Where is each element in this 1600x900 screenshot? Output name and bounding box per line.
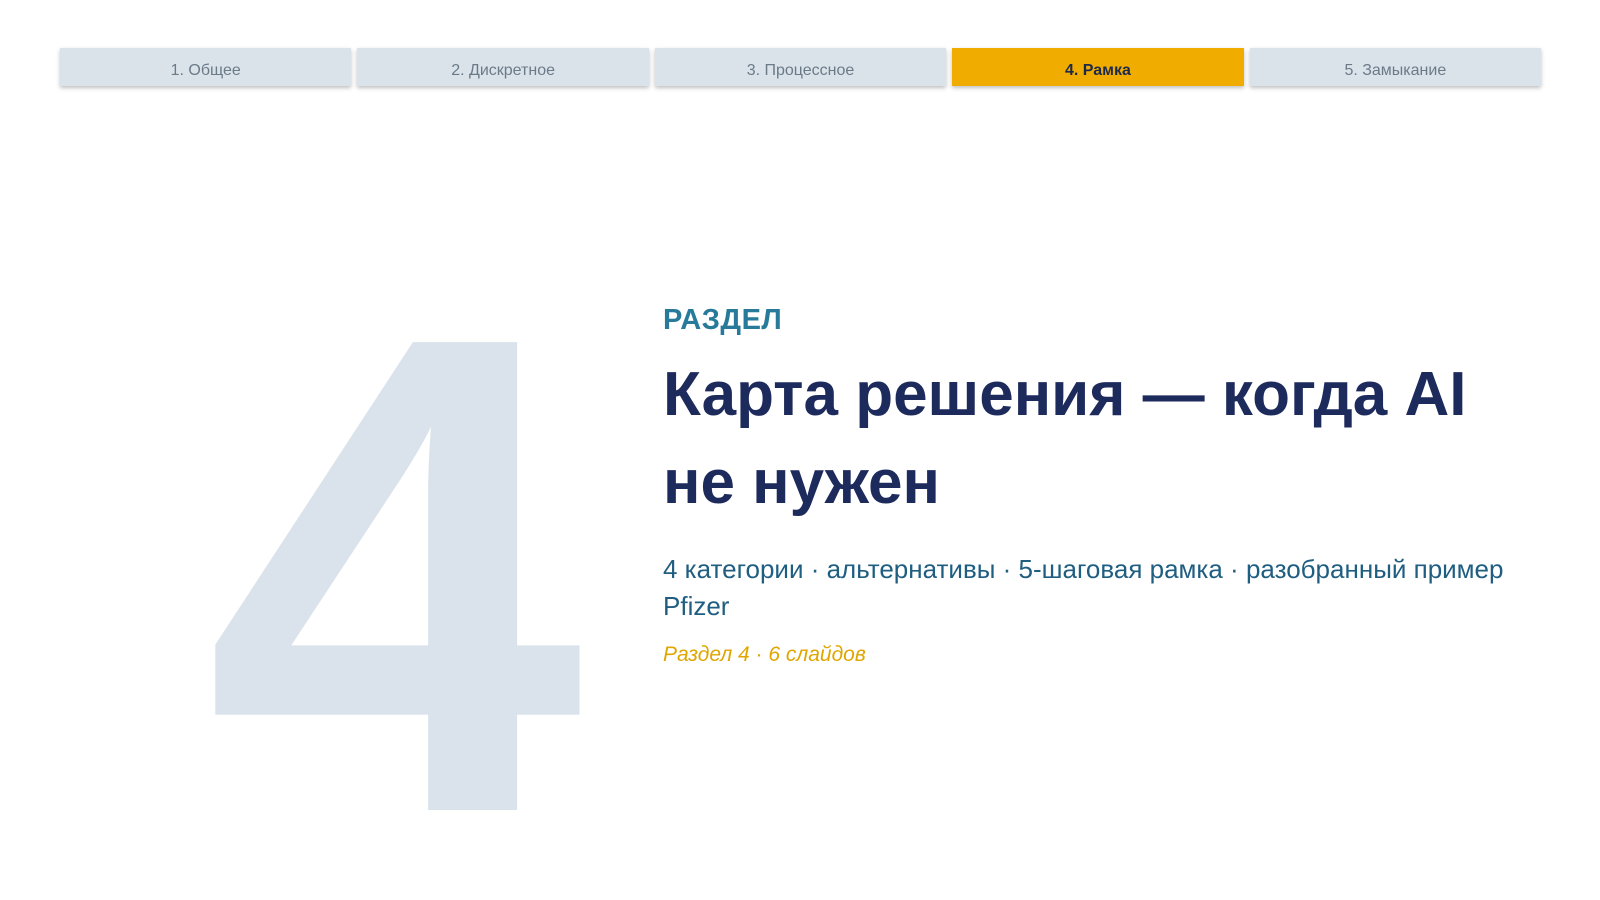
nav-tab-label: 5. Замыкание	[1344, 62, 1447, 79]
nav-tab-closing[interactable]: 5. Замыкание	[1249, 48, 1542, 86]
nav-tab-frame[interactable]: 4. Рамка	[952, 48, 1244, 86]
section-number-watermark: 4	[205, 195, 584, 900]
section-nav: 1. Общее 2. Дискретное 3. Процессное 4. …	[60, 48, 1542, 86]
section-kicker: РАЗДЕЛ	[663, 304, 783, 336]
nav-tab-label: 1. Общее	[170, 62, 241, 79]
section-meta: Раздел 4 · 6 слайдов	[663, 642, 866, 666]
nav-tab-general[interactable]: 1. Общее	[60, 48, 352, 86]
nav-tab-label: 3. Процессное	[746, 62, 855, 79]
nav-tab-discrete[interactable]: 2. Дискретное	[357, 48, 649, 86]
section-title: Карта решения — когда AI не нужен	[663, 359, 1467, 517]
nav-tab-process[interactable]: 3. Процессное	[654, 48, 947, 86]
section-subtitle: 4 категории · альтернативы · 5-шаговая р…	[663, 553, 1504, 621]
nav-tab-label: 2. Дискретное	[451, 62, 555, 79]
nav-tab-label: 4. Рамка	[1064, 62, 1131, 79]
slide: 1. Общее 2. Дискретное 3. Процессное 4. …	[0, 0, 1600, 900]
section-content: РАЗДЕЛ Карта решения — когда AI не нужен…	[663, 304, 1543, 667]
